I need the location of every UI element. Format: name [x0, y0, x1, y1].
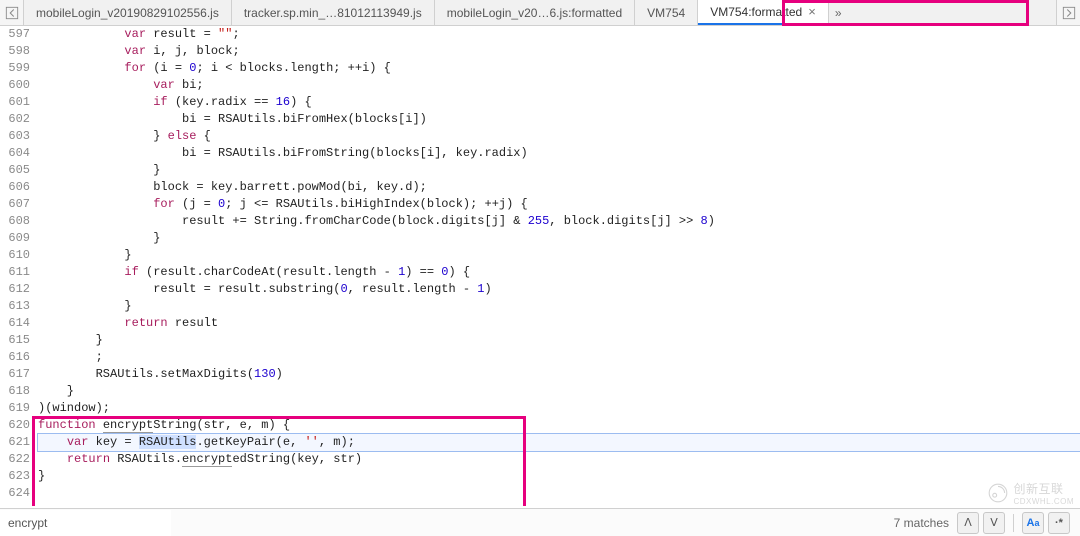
- tab-scroll-right-button[interactable]: [1056, 0, 1080, 25]
- chevron-down-icon: ᐯ: [990, 516, 998, 529]
- code-line[interactable]: [38, 485, 1080, 502]
- tab-label: VM754:formatted: [710, 5, 802, 19]
- chevron-up-icon: ᐱ: [964, 516, 972, 529]
- line-number: 620: [0, 417, 30, 434]
- line-number: 603: [0, 128, 30, 145]
- code-line[interactable]: return result: [38, 315, 1080, 332]
- tab-label: tracker.sp.min_…81012113949.js: [244, 6, 422, 20]
- line-number: 605: [0, 162, 30, 179]
- code-line[interactable]: return RSAUtils.encryptedString(key, str…: [38, 451, 1080, 468]
- code-line[interactable]: }: [38, 468, 1080, 485]
- divider: [1013, 514, 1014, 532]
- close-icon[interactable]: ×: [808, 4, 816, 19]
- code-line[interactable]: }: [38, 162, 1080, 179]
- code-line[interactable]: var key = RSAUtils.getKeyPair(e, '', m);: [38, 434, 1080, 451]
- code-line[interactable]: if (result.charCodeAt(result.length - 1)…: [38, 264, 1080, 281]
- code-line[interactable]: var bi;: [38, 77, 1080, 94]
- code-line[interactable]: } else {: [38, 128, 1080, 145]
- code-line[interactable]: }: [38, 332, 1080, 349]
- line-number: 622: [0, 451, 30, 468]
- code-line[interactable]: )(window);: [38, 400, 1080, 417]
- line-number: 615: [0, 332, 30, 349]
- line-number: 604: [0, 145, 30, 162]
- match-case-toggle[interactable]: Aa: [1022, 512, 1044, 534]
- line-number: 607: [0, 196, 30, 213]
- code-line[interactable]: }: [38, 230, 1080, 247]
- code-line[interactable]: }: [38, 383, 1080, 400]
- find-next-button[interactable]: ᐯ: [983, 512, 1005, 534]
- line-number: 602: [0, 111, 30, 128]
- code-line[interactable]: bi = RSAUtils.biFromString(blocks[i], ke…: [38, 145, 1080, 162]
- code-line[interactable]: result = result.substring(0, result.leng…: [38, 281, 1080, 298]
- code-line[interactable]: var i, j, block;: [38, 43, 1080, 60]
- tab-item[interactable]: tracker.sp.min_…81012113949.js: [232, 0, 435, 25]
- code-line[interactable]: ;: [38, 349, 1080, 366]
- chevron-left-boxed-icon: [5, 6, 19, 20]
- code-line[interactable]: if (key.radix == 16) {: [38, 94, 1080, 111]
- line-number: 601: [0, 94, 30, 111]
- line-number: 606: [0, 179, 30, 196]
- tab-scroll-left-button[interactable]: [0, 0, 24, 25]
- chevron-double-right-icon: »: [835, 6, 842, 20]
- code-line[interactable]: var result = "";: [38, 26, 1080, 43]
- tab-label: mobileLogin_v20…6.js:formatted: [447, 6, 622, 20]
- tab-item[interactable]: mobileLogin_v20…6.js:formatted: [435, 0, 635, 25]
- line-number: 621: [0, 434, 30, 451]
- line-number: 623: [0, 468, 30, 485]
- line-number-gutter: 5975985996006016026036046056066076086096…: [0, 26, 34, 506]
- line-number: 599: [0, 60, 30, 77]
- code-line[interactable]: result += String.fromCharCode(block.digi…: [38, 213, 1080, 230]
- line-number: 600: [0, 77, 30, 94]
- source-editor[interactable]: 5975985996006016026036046056066076086096…: [0, 26, 1080, 506]
- source-code-area[interactable]: var result = ""; var i, j, block; for (i…: [34, 26, 1080, 506]
- code-line[interactable]: for (i = 0; i < blocks.length; ++i) {: [38, 60, 1080, 77]
- tab-item-active[interactable]: VM754:formatted ×: [698, 0, 829, 25]
- line-number: 609: [0, 230, 30, 247]
- line-number: 598: [0, 43, 30, 60]
- code-line[interactable]: for (j = 0; j <= RSAUtils.biHighIndex(bl…: [38, 196, 1080, 213]
- line-number: 617: [0, 366, 30, 383]
- line-number: 624: [0, 485, 30, 502]
- line-number: 608: [0, 213, 30, 230]
- chevron-right-boxed-icon: [1062, 6, 1076, 20]
- regex-toggle[interactable]: ·*: [1048, 512, 1070, 534]
- code-line[interactable]: function encryptString(str, e, m) {: [38, 417, 1080, 434]
- code-line[interactable]: block = key.barrett.powMod(bi, key.d);: [38, 179, 1080, 196]
- code-line[interactable]: }: [38, 247, 1080, 264]
- line-number: 616: [0, 349, 30, 366]
- line-number: 610: [0, 247, 30, 264]
- tab-item[interactable]: VM754: [635, 0, 698, 25]
- code-line[interactable]: }: [38, 298, 1080, 315]
- tab-label: mobileLogin_v20190829102556.js: [36, 6, 219, 20]
- tab-label: VM754: [647, 6, 685, 20]
- line-number: 613: [0, 298, 30, 315]
- find-prev-button[interactable]: ᐱ: [957, 512, 979, 534]
- line-number: 597: [0, 26, 30, 43]
- code-line[interactable]: bi = RSAUtils.biFromHex(blocks[i]): [38, 111, 1080, 128]
- code-line[interactable]: RSAUtils.setMaxDigits(130): [38, 366, 1080, 383]
- tab-item[interactable]: mobileLogin_v20190829102556.js: [24, 0, 232, 25]
- line-number: 614: [0, 315, 30, 332]
- find-input[interactable]: [0, 510, 171, 536]
- line-number: 612: [0, 281, 30, 298]
- tabs-overflow-button[interactable]: »: [829, 0, 848, 25]
- tabs-bar: mobileLogin_v20190829102556.js tracker.s…: [0, 0, 1080, 26]
- line-number: 618: [0, 383, 30, 400]
- find-matches-count: 7 matches: [894, 516, 955, 530]
- line-number: 619: [0, 400, 30, 417]
- find-bar: 7 matches ᐱ ᐯ Aa ·*: [0, 508, 1080, 536]
- line-number: 611: [0, 264, 30, 281]
